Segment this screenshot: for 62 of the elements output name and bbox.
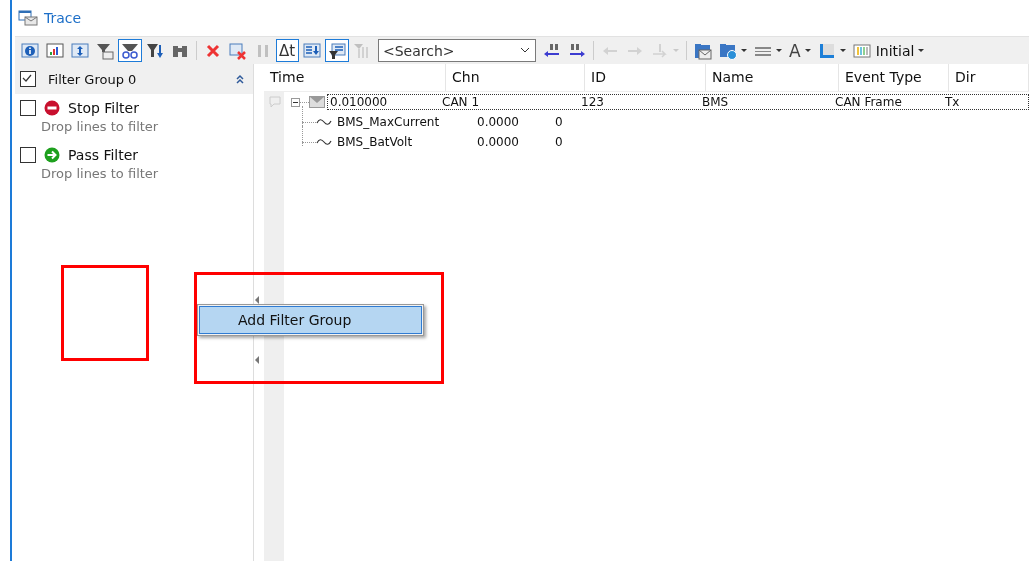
up-down-arrows-icon (71, 41, 89, 60)
arrow-right-icon (44, 147, 60, 163)
list-delete-icon (229, 41, 247, 60)
funnel-list-icon (328, 41, 346, 60)
find-next-icon (568, 41, 586, 60)
insert-arrow-icon (651, 41, 669, 60)
checkbox[interactable] (20, 147, 36, 163)
signal-raw-value: 0 (555, 115, 563, 129)
signal-wave-icon (316, 118, 332, 126)
column-header[interactable]: Chn (446, 64, 585, 91)
search-field[interactable]: <Search> (378, 39, 536, 62)
folder-globe-icon (719, 41, 737, 60)
columns-icon (852, 41, 871, 60)
filter-label: Stop Filter (68, 100, 139, 116)
info-icon (21, 41, 39, 60)
table-cell-text: 0.010000 (329, 95, 389, 109)
signal-value: 0.0000 (477, 115, 520, 129)
column-header[interactable]: Name (706, 64, 839, 91)
funnel-bars-icon (353, 41, 371, 60)
table-cell-text: BMS (701, 95, 730, 109)
collapse-toggle-icon[interactable] (291, 97, 300, 107)
layout-icon (817, 41, 836, 60)
signal-name: BMS_MaxCurrent (337, 115, 441, 129)
toolbar-button[interactable] (325, 39, 349, 62)
bar-chart-icon (46, 41, 64, 60)
checkbox[interactable] (20, 100, 36, 116)
signal-name: BMS_BatVolt (337, 135, 414, 149)
chevron-down-icon (520, 47, 530, 53)
filter-hint: Drop lines to filter (41, 166, 160, 181)
collapse-icon[interactable] (235, 74, 246, 84)
funnel-glasses-icon (121, 41, 139, 60)
filter-group-label: Filter Group 0 (48, 71, 138, 87)
triangle-left-icon[interactable] (255, 296, 260, 304)
funnel-arrow-icon (146, 41, 164, 60)
checkmark-icon (21, 72, 33, 84)
triangle-left-icon[interactable] (255, 356, 260, 364)
folder-envelope-icon (694, 41, 712, 60)
table-cell-text: Tx (944, 95, 961, 109)
table-cell-text: 123 (580, 95, 605, 109)
stop-icon (44, 100, 60, 116)
filter-label: Pass Filter (68, 147, 139, 163)
funnel-envelope-icon (96, 41, 114, 60)
table-cell-text: CAN Frame (834, 95, 903, 109)
find-previous-icon (543, 41, 561, 60)
menu-item[interactable]: Add Filter Group (199, 306, 422, 334)
toolbar-button[interactable] (118, 39, 142, 62)
column-header[interactable]: Event Type (839, 64, 949, 91)
signal-raw-value: 0 (555, 135, 563, 149)
checkbox[interactable] (20, 71, 36, 87)
comment-icon (269, 96, 281, 108)
signal-value: 0.0000 (477, 135, 520, 149)
column-header[interactable]: Dir (949, 64, 1029, 91)
window-title: Trace (44, 10, 82, 26)
signal-wave-icon (316, 138, 332, 146)
filter-hint: Drop lines to filter (41, 119, 160, 134)
table-cell-text: CAN 1 (441, 95, 480, 109)
trace-window-icon (18, 10, 38, 26)
column-header[interactable]: ID (585, 64, 706, 91)
font-size-button[interactable]: A (786, 39, 814, 62)
column-header[interactable]: Time (264, 64, 446, 91)
columns-dropdown[interactable]: Initial (849, 39, 928, 62)
delta-time-button[interactable]: Δt (276, 39, 299, 62)
